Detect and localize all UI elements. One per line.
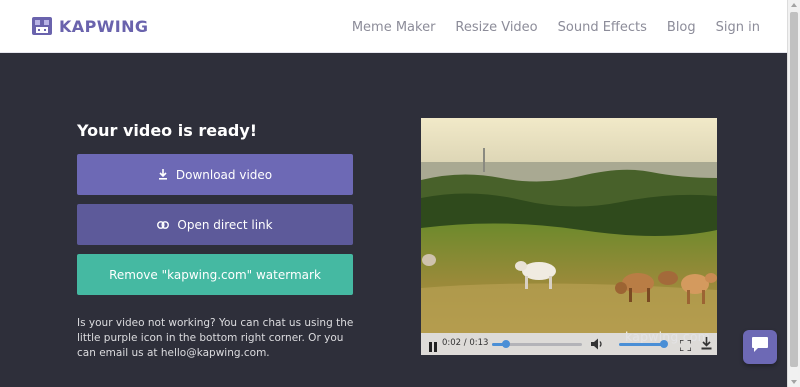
chat-button[interactable] [743, 330, 777, 364]
pause-icon[interactable] [428, 339, 438, 352]
nav-sign-in[interactable]: Sign in [716, 20, 760, 35]
fullscreen-icon[interactable] [679, 338, 692, 352]
chat-bubble-icon [751, 336, 769, 358]
video-download-icon[interactable] [701, 337, 712, 350]
nav-meme-maker[interactable]: Meme Maker [352, 20, 436, 35]
open-direct-link-button[interactable]: Open direct link [77, 204, 353, 245]
page-scrollbar[interactable] [787, 0, 800, 387]
volume-icon[interactable] [590, 337, 604, 351]
scrollbar-thumb[interactable] [790, 12, 798, 367]
nav-sound-effects[interactable]: Sound Effects [558, 20, 647, 35]
volume-slider[interactable] [619, 340, 668, 348]
volume-knob[interactable] [660, 340, 668, 348]
video-progress-bar[interactable] [492, 340, 582, 348]
download-icon [158, 169, 168, 180]
remove-watermark-label: Remove "kapwing.com" watermark [109, 267, 321, 282]
nav-blog[interactable]: Blog [667, 20, 696, 35]
video-progress-knob[interactable] [501, 340, 510, 348]
link-icon [157, 220, 170, 229]
video-controls: 0:02 / 0:13 [421, 333, 717, 355]
video-frame [421, 118, 717, 355]
download-video-label: Download video [175, 167, 273, 182]
kapwing-logo[interactable]: KAPWING [32, 15, 148, 37]
scroll-down-arrow-icon[interactable] [791, 380, 797, 384]
nav-resize-video[interactable]: Resize Video [455, 20, 537, 35]
scroll-up-arrow-icon[interactable] [791, 3, 797, 7]
logo-text: KAPWING [59, 16, 149, 36]
remove-watermark-button[interactable]: Remove "kapwing.com" watermark [77, 254, 353, 295]
open-direct-link-label: Open direct link [177, 217, 273, 232]
help-text: Is your video not working? You can chat … [77, 317, 354, 359]
main-nav: Meme Maker Resize Video Sound Effects Bl… [332, 20, 760, 35]
download-video-button[interactable]: Download video [77, 154, 353, 195]
site-header: KAPWING Meme Maker Resize Video Sound Ef… [0, 0, 787, 53]
kapwing-logo-icon [32, 15, 52, 37]
page-title: Your video is ready! [77, 121, 258, 140]
video-time: 0:02 / 0:13 [442, 338, 489, 348]
video-player[interactable]: kapwing.com 0:02 / 0:13 [421, 118, 717, 355]
